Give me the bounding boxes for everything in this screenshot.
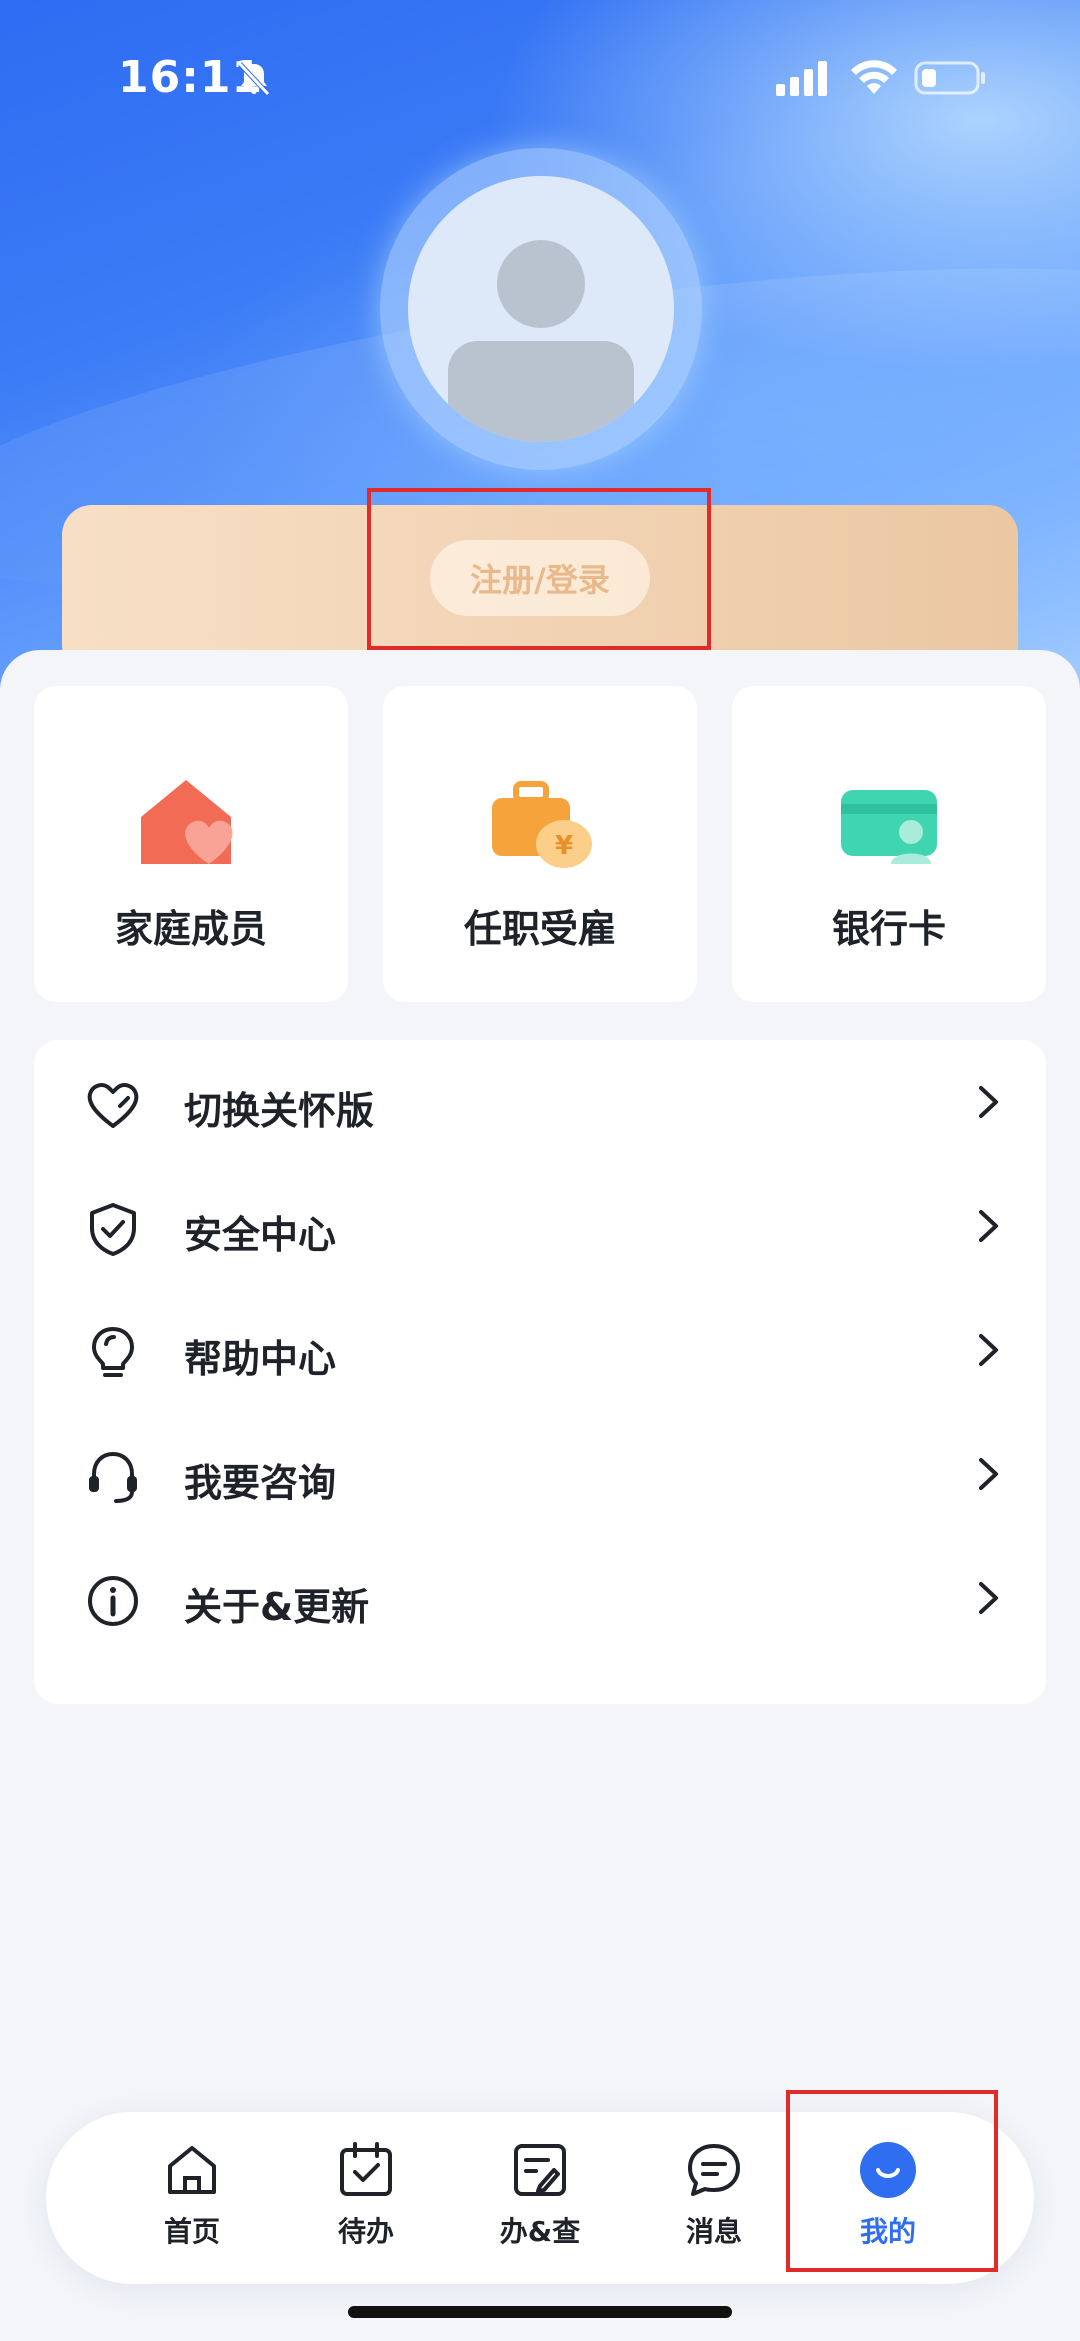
cellular-signal-icon <box>776 61 827 96</box>
home-indicator[interactable] <box>348 2306 732 2318</box>
login-highlight-box <box>367 488 711 650</box>
quick-action-bank-card[interactable]: 银行卡 <box>732 686 1046 1002</box>
avatar-body-shape <box>448 341 634 442</box>
tab-label: 消息 <box>685 2215 742 2248</box>
menu-item-label: 安全中心 <box>184 1213 337 1257</box>
menu-item-label: 关于&更新 <box>184 1585 370 1629</box>
home-icon <box>168 2146 216 2194</box>
quick-action-label: 任职受雇 <box>463 907 616 951</box>
tab-todo[interactable]: 待办 <box>306 2140 426 2270</box>
menu-item-care-mode[interactable]: 切换关怀版 <box>34 1040 1046 1164</box>
silent-bell-icon <box>238 62 270 96</box>
tab-label: 办&查 <box>499 2215 581 2248</box>
tab-handle-query[interactable]: 办&查 <box>480 2140 600 2270</box>
menu-item-consult[interactable]: 我要咨询 <box>34 1412 1046 1536</box>
avatar-head-shape <box>497 240 585 328</box>
menu-item-label: 帮助中心 <box>184 1337 337 1381</box>
battery-icon <box>914 61 985 95</box>
tab-label: 首页 <box>163 2215 220 2248</box>
chat-bubble-icon <box>688 2144 740 2196</box>
menu-item-label: 切换关怀版 <box>184 1089 375 1133</box>
menu-item-security-center[interactable]: 安全中心 <box>34 1164 1046 1288</box>
tab-label: 待办 <box>337 2215 394 2248</box>
calendar-check-icon <box>340 2142 392 2196</box>
tab-messages[interactable]: 消息 <box>654 2140 774 2270</box>
avatar[interactable] <box>408 176 674 442</box>
chevron-right-icon <box>979 1334 998 1366</box>
info-icon <box>88 1576 138 1626</box>
menu-item-help-center[interactable]: 帮助中心 <box>34 1288 1046 1412</box>
wifi-icon <box>851 60 897 94</box>
tab-highlight-box <box>786 2090 998 2272</box>
quick-action-label: 银行卡 <box>831 907 946 951</box>
quick-action-employment[interactable]: ¥ 任职受雇 <box>383 686 697 1002</box>
status-bar: 16:11 <box>0 0 1080 150</box>
shield-check-icon <box>90 1203 136 1256</box>
chevron-right-icon <box>979 1582 998 1614</box>
briefcase-money-icon: ¥ <box>492 781 592 868</box>
lightbulb-icon <box>92 1327 134 1377</box>
menu-item-about-update[interactable]: 关于&更新 <box>34 1536 1046 1660</box>
house-heart-icon <box>141 780 233 864</box>
bank-card-icon <box>841 790 937 864</box>
tab-home[interactable]: 首页 <box>132 2140 252 2270</box>
headset-icon <box>89 1451 137 1503</box>
settings-menu-list: 切换关怀版 安全中心 帮助中心 我要咨询 关于&更新 <box>34 1040 1046 1704</box>
chevron-right-icon <box>979 1210 998 1242</box>
chevron-right-icon <box>979 1086 998 1118</box>
menu-item-label: 我要咨询 <box>184 1461 337 1505</box>
quick-action-family-members[interactable]: 家庭成员 <box>34 686 348 1002</box>
chevron-right-icon <box>979 1458 998 1490</box>
quick-action-label: 家庭成员 <box>114 907 267 951</box>
heart-icon <box>87 1083 139 1128</box>
svg-text:¥: ¥ <box>555 831 573 861</box>
document-edit-icon <box>514 2144 566 2196</box>
